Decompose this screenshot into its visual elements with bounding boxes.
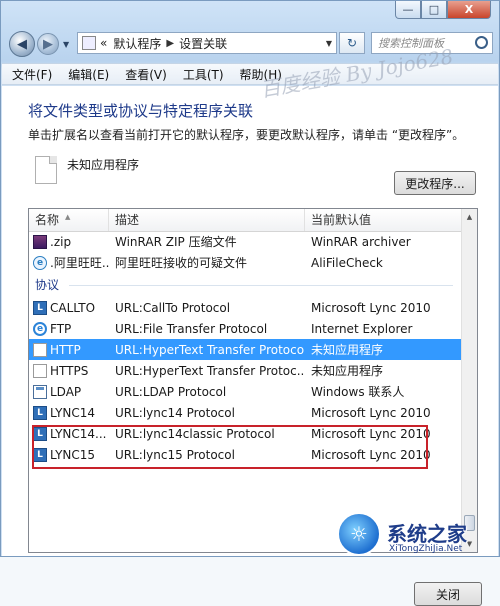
address-prefix: « — [100, 36, 108, 50]
back-button[interactable]: ◀ — [9, 31, 35, 57]
recent-pages-dropdown-icon[interactable]: ▼ — [63, 40, 69, 49]
row-default: 未知应用程序 — [311, 364, 384, 378]
address-dropdown-icon[interactable]: ▼ — [326, 39, 332, 48]
row-description: URL:HyperText Transfer Protoc... — [115, 363, 305, 378]
table-row-selected[interactable]: HTTP URL:HyperText Transfer Protocol 未知应… — [29, 339, 461, 360]
breadcrumb-separator-icon: ▶ — [166, 37, 175, 49]
lync-icon: L — [33, 405, 47, 420]
row-default: Microsoft Lync 2010 — [311, 405, 431, 420]
row-description: URL:lync14classic Protocol — [115, 426, 275, 441]
close-button[interactable]: 关闭 — [414, 582, 482, 606]
row-default: WinRAR archiver — [311, 234, 411, 249]
table-row[interactable]: L CALLTO URL:CallTo Protocol Microsoft Ly… — [29, 297, 461, 318]
page-title: 将文件类型或协议与特定程序关联 — [28, 102, 254, 120]
row-name: .阿里旺旺... — [50, 256, 109, 270]
table-row[interactable]: LDAP URL:LDAP Protocol Windows 联系人 — [29, 381, 461, 402]
table-row[interactable]: L LYNC14... URL:lync14classic Protocol Mi… — [29, 423, 461, 444]
row-name: HTTPS — [50, 363, 89, 378]
page-instructions: 单击扩展名以查看当前打开它的默认程序，要更改默认程序，请单击 “更改程序”。 — [28, 128, 465, 142]
caption-buttons: — □ X — [395, 1, 491, 19]
window-frame: — □ X ◀ ▶ ▼ « 默认程序 ▶ 设置关联 ▼ ↻ 搜索控制面板 文件(… — [0, 0, 500, 606]
minimize-button[interactable]: — — [395, 1, 421, 19]
row-description: URL:LDAP Protocol — [115, 384, 227, 399]
row-default: AliFileCheck — [311, 255, 383, 270]
vertical-scrollbar[interactable]: ▲ ▼ — [461, 209, 477, 552]
row-description: URL:CallTo Protocol — [115, 300, 231, 315]
column-header-name[interactable]: ▲ 名称 — [29, 209, 109, 231]
refresh-button[interactable]: ↻ — [339, 32, 365, 54]
table-row[interactable]: e .阿里旺旺... 阿里旺旺接收的可疑文件 AliFileCheck — [29, 252, 461, 273]
lync-icon: L — [33, 300, 47, 315]
lync-icon: L — [33, 426, 47, 441]
row-default: Internet Explorer — [311, 321, 413, 336]
blank-file-icon — [33, 363, 47, 378]
main-content: 将文件类型或协议与特定程序关联 单击扩展名以查看当前打开它的默认程序，要更改默认… — [2, 86, 498, 606]
row-name: LYNC14... — [50, 426, 107, 441]
aliwangwang-icon: e — [33, 255, 47, 270]
site-logo: ☼ 系统之家 XiTongZhiJia.Net — [331, 506, 500, 558]
table-row[interactable]: L LYNC14 URL:lync14 Protocol Microsoft Ly… — [29, 402, 461, 423]
internet-explorer-icon: e — [33, 321, 47, 336]
current-program-name: 未知应用程序 — [67, 158, 140, 172]
menu-file[interactable]: 文件(F) — [12, 66, 52, 83]
row-name: LDAP — [50, 384, 82, 399]
row-description: URL:HyperText Transfer Protocol — [115, 342, 305, 357]
row-default: 未知应用程序 — [311, 343, 384, 357]
row-name: HTTP — [50, 342, 81, 357]
forward-button[interactable]: ▶ — [37, 33, 59, 55]
column-header-current-default[interactable]: 当前默认值 — [305, 209, 461, 231]
row-name: .zip — [50, 234, 72, 249]
search-icon[interactable] — [475, 36, 488, 49]
row-default: Microsoft Lync 2010 — [311, 426, 431, 441]
menu-edit[interactable]: 编辑(E) — [68, 66, 109, 83]
logo-subtext: XiTongZhiJia.Net — [389, 544, 463, 554]
row-name: LYNC15 — [50, 447, 96, 462]
blank-file-icon — [33, 342, 47, 357]
sort-arrow-icon: ▲ — [65, 213, 71, 221]
scroll-up-icon[interactable]: ▲ — [462, 209, 477, 225]
menu-tools[interactable]: 工具(T) — [183, 66, 224, 83]
winrar-icon — [33, 234, 47, 249]
logo-icon: ☼ — [337, 512, 381, 556]
row-description: URL:File Transfer Protocol — [115, 321, 268, 336]
lync-icon: L — [33, 447, 47, 462]
row-default: Windows 联系人 — [311, 385, 405, 399]
logo-text: 系统之家 — [387, 522, 467, 546]
table-row[interactable]: e FTP URL:File Transfer Protocol Internet… — [29, 318, 461, 339]
close-window-button[interactable]: X — [447, 1, 491, 19]
column-header-description[interactable]: 描述 — [109, 209, 305, 231]
row-description: URL:lync15 Protocol — [115, 447, 235, 462]
row-default: Microsoft Lync 2010 — [311, 300, 431, 315]
breadcrumb-set-associations[interactable]: 设置关联 — [179, 35, 227, 52]
control-panel-icon — [82, 36, 96, 50]
group-header-protocols: 协议 — [29, 273, 461, 297]
table-row[interactable]: L LYNC15 URL:lync15 Protocol Microsoft Ly… — [29, 444, 461, 465]
row-description: WinRAR ZIP 压缩文件 — [115, 235, 237, 249]
menu-view[interactable]: 查看(V) — [125, 66, 167, 83]
row-name: FTP — [50, 321, 72, 336]
list-rows: .zip WinRAR ZIP 压缩文件 WinRAR archiver e .阿… — [29, 231, 461, 465]
row-name: LYNC14 — [50, 405, 96, 420]
breadcrumb-default-programs[interactable]: 默认程序 — [113, 35, 161, 52]
row-name: CALLTO — [50, 300, 96, 315]
table-row[interactable]: HTTPS URL:HyperText Transfer Protoc... 未… — [29, 360, 461, 381]
column-header-name-label: 名称 — [35, 213, 60, 227]
associations-list[interactable]: ▲ 名称 描述 当前默认值 .zip WinRAR ZIP 压缩文件 WinRA… — [28, 208, 478, 553]
list-header: ▲ 名称 描述 当前默认值 — [29, 209, 461, 232]
row-description: 阿里旺旺接收的可疑文件 — [115, 256, 248, 270]
table-row[interactable]: .zip WinRAR ZIP 压缩文件 WinRAR archiver — [29, 231, 461, 252]
row-default: Microsoft Lync 2010 — [311, 447, 431, 462]
maximize-button[interactable]: □ — [421, 1, 447, 19]
refresh-icon: ↻ — [346, 36, 358, 50]
row-description: URL:lync14 Protocol — [115, 405, 235, 420]
app-icon — [33, 384, 47, 399]
change-program-button[interactable]: 更改程序... — [394, 171, 476, 195]
address-bar[interactable]: « 默认程序 ▶ 设置关联 ▼ — [77, 32, 337, 54]
file-type-icon — [35, 156, 57, 184]
